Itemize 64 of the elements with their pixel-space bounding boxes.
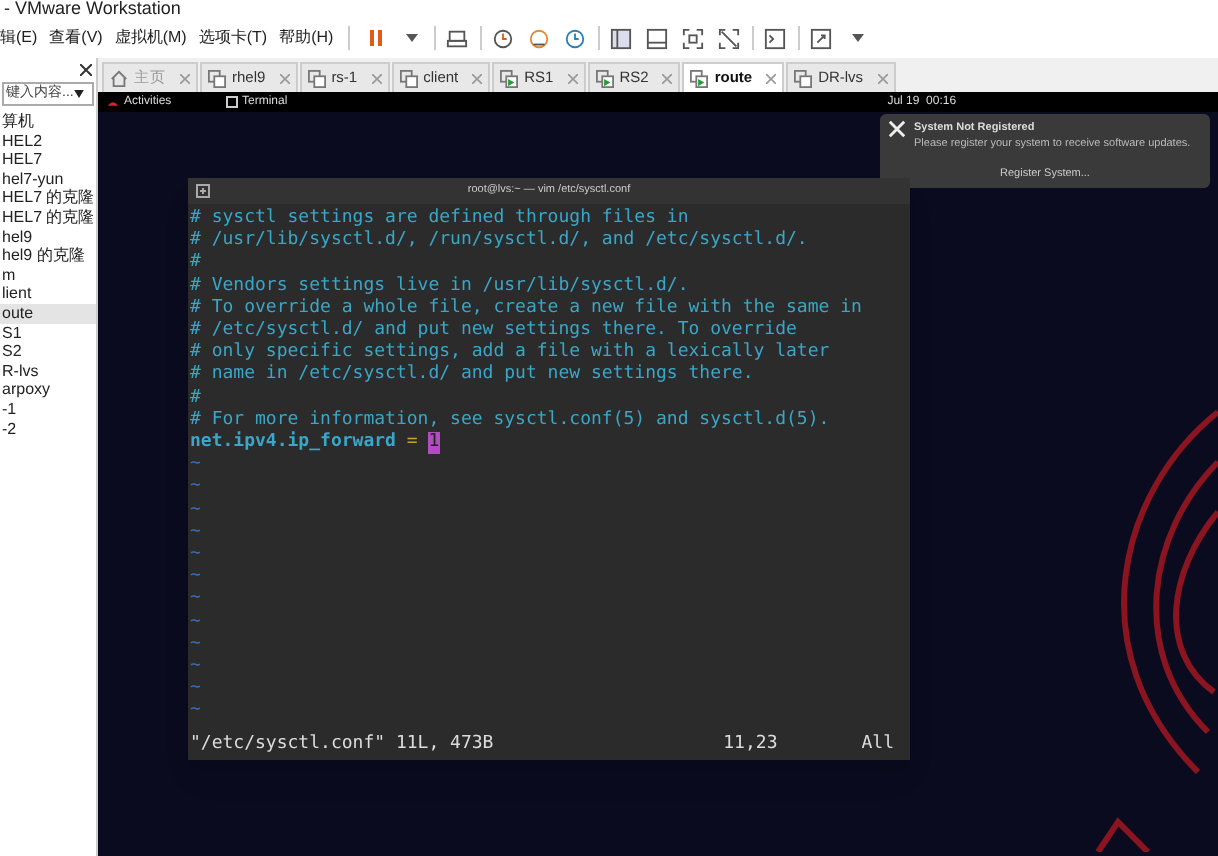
empty-line-marker: ~	[190, 476, 201, 500]
menu-item[interactable]: 查看(V)	[43, 26, 109, 50]
library-item[interactable]: hel9	[0, 227, 96, 247]
empty-line-marker: ~	[190, 656, 201, 679]
empty-line-marker: ~	[190, 700, 201, 724]
library-item[interactable]: HEL7	[0, 150, 96, 170]
library-item[interactable]: S2	[0, 342, 96, 362]
library-item[interactable]: HEL2	[0, 131, 96, 151]
menu-item[interactable]: 虚拟机(M)	[108, 26, 193, 50]
library-item[interactable]: oute	[0, 303, 96, 324]
comment-line: # Vendors settings live in /usr/lib/sysctl.d/.	[190, 275, 691, 298]
empty-line-marker: ~	[190, 566, 201, 589]
comment-line: # name in /etc/sysctl.d/ and put new settings there.	[190, 364, 756, 388]
comment-line: #	[190, 387, 203, 410]
caret-icon	[74, 90, 84, 98]
empty-line-marker: ~	[190, 544, 201, 567]
comment-line: # To override a whole file, create a new file with the same in	[190, 297, 864, 320]
status-scroll: All	[861, 733, 894, 756]
terminal-icon	[226, 96, 238, 108]
comment-line: # sysctl settings are defined through files in	[190, 208, 691, 230]
library-item[interactable]: m	[0, 265, 96, 285]
empty-line-marker: ~	[190, 611, 201, 634]
vm-icon	[794, 69, 813, 87]
comment-line: # /etc/sysctl.d/ and put new settings there. To override	[190, 320, 799, 342]
library-item[interactable]: HEL7 的克隆	[0, 188, 96, 208]
status-file: "/etc/sysctl.conf" 11L, 473B	[190, 733, 494, 756]
vm-icon	[307, 69, 326, 87]
vm-running-icon	[690, 69, 709, 87]
comment-line: # /usr/lib/sysctl.d/, /run/sysctl.d/, and /etc/sysctl.d/.	[190, 230, 810, 253]
library-item[interactable]: S1	[0, 323, 96, 343]
library-item[interactable]: hel7-yun	[0, 169, 96, 189]
library-item[interactable]: R-lvs	[0, 361, 96, 381]
library-item[interactable]: lient	[0, 284, 96, 304]
empty-line-marker: ~	[190, 521, 201, 545]
new-tab-icon[interactable]	[196, 184, 210, 198]
comment-line: #	[190, 252, 203, 276]
empty-line-marker: ~	[190, 454, 201, 477]
setting-value: 1	[428, 432, 440, 455]
menu-item[interactable]: 帮助(H)	[273, 26, 340, 50]
vm-running-icon	[595, 69, 614, 87]
close-icon[interactable]	[80, 64, 92, 76]
status-position: 11,23	[723, 733, 778, 756]
menu-item[interactable]: 选项卡(T)	[192, 26, 274, 50]
empty-line-marker: ~	[190, 499, 201, 522]
library-item[interactable]: -2	[0, 419, 96, 439]
library-item[interactable]: arpoxy	[0, 380, 96, 400]
setting-key: net.ipv4.ip_forward	[190, 432, 396, 455]
vm-running-icon	[500, 69, 519, 87]
empty-line-marker: ~	[190, 678, 201, 701]
empty-line-marker: ~	[190, 633, 201, 657]
library-item[interactable]: HEL7 的克隆	[0, 207, 96, 228]
vm-icon	[399, 69, 418, 87]
library-item[interactable]: hel9 的克隆	[0, 246, 96, 266]
comment-line: # For more information, see sysctl.conf(5) and sysctl.d(5).	[190, 409, 832, 431]
setting-operator: =	[406, 432, 418, 455]
menu-item[interactable]: 辑(E)	[0, 26, 44, 50]
home-icon	[110, 69, 128, 87]
library-item[interactable]: -1	[0, 399, 96, 419]
comment-line: # only specific settings, add a file with a lexically later	[190, 342, 832, 364]
vm-icon	[208, 69, 226, 87]
empty-line-marker: ~	[190, 588, 201, 612]
library-item[interactable]: 算机	[0, 112, 96, 132]
window-title: - VMware Workstation	[4, 0, 181, 18]
hat-icon	[106, 97, 120, 107]
